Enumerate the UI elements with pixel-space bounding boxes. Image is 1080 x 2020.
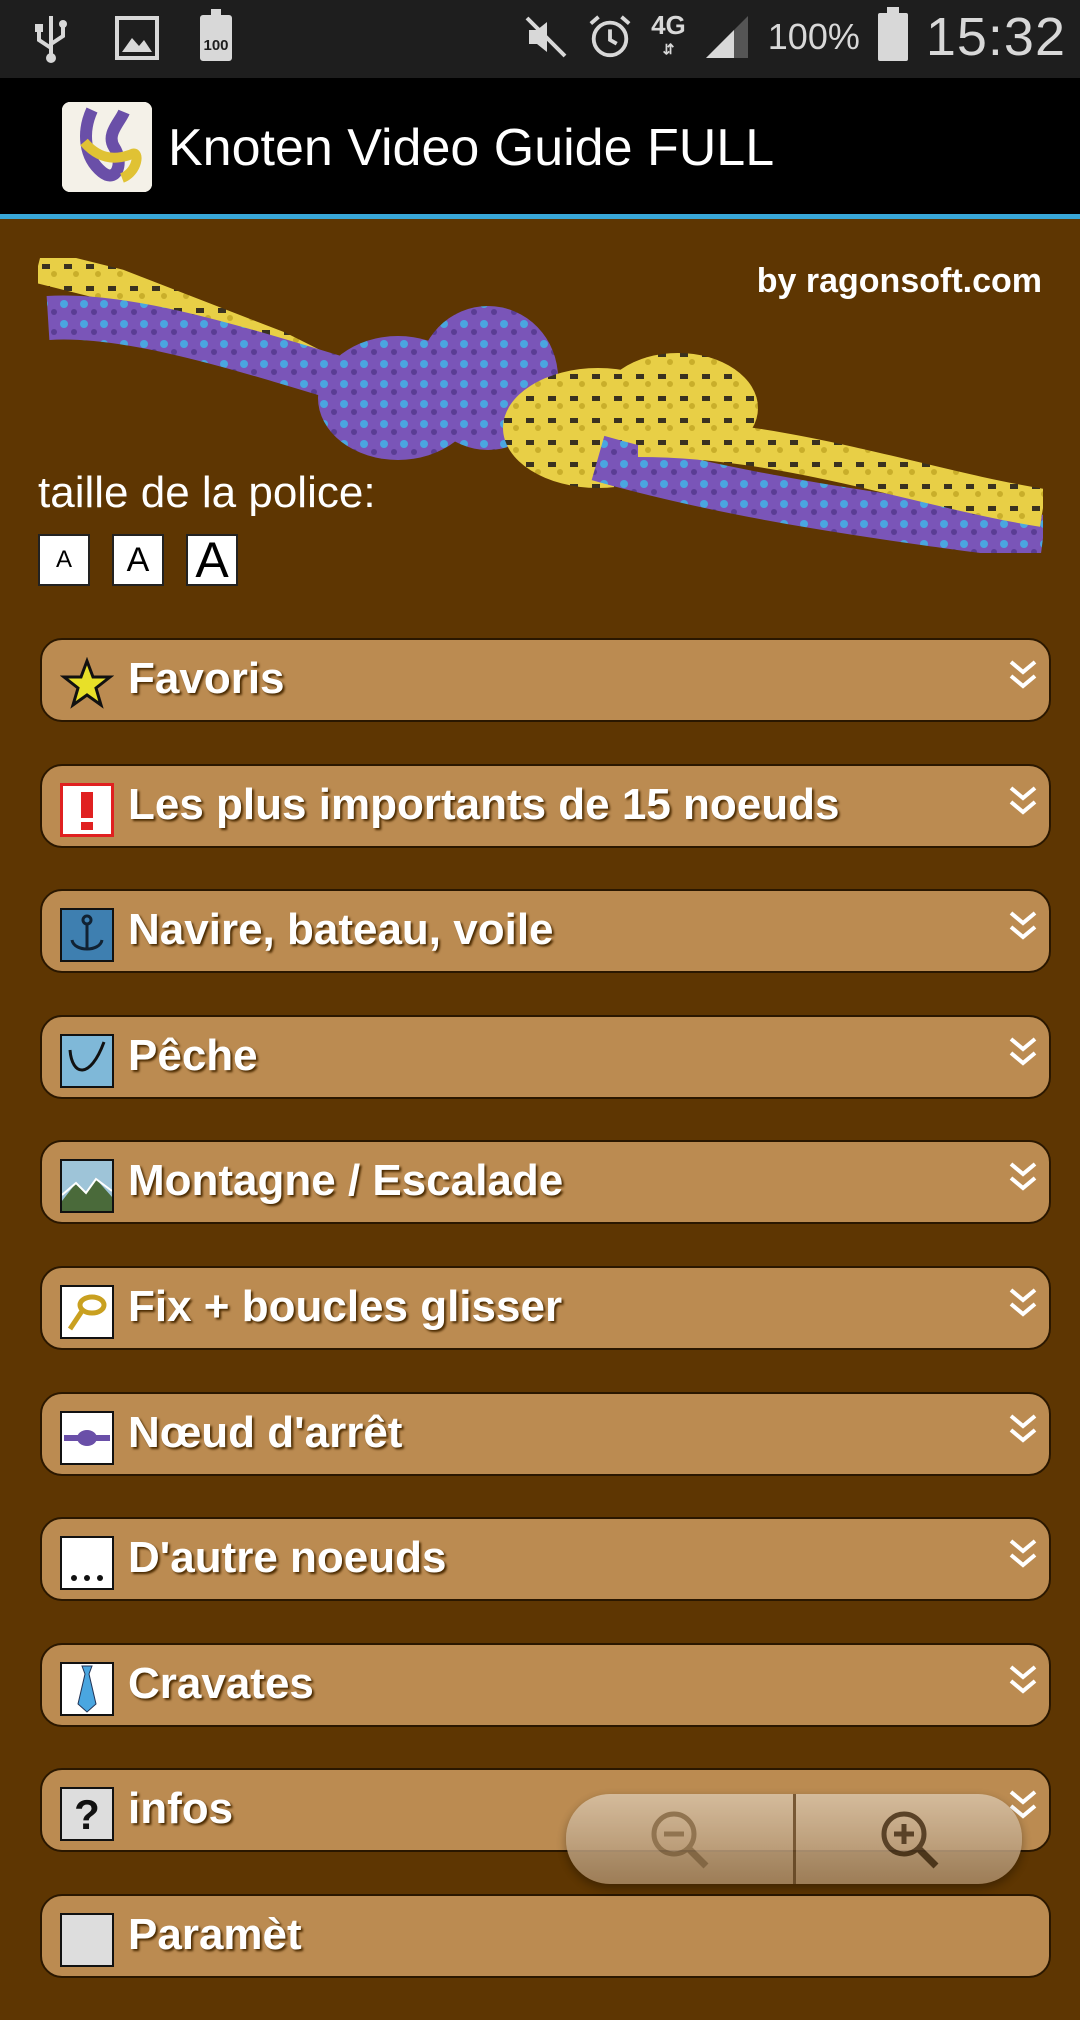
- network-type-icon: 4G ⇵: [651, 10, 686, 57]
- zoom-out-button[interactable]: [566, 1794, 793, 1884]
- signal-icon: [704, 11, 750, 63]
- chevron-down-icon: [1009, 1037, 1037, 1066]
- chevron-down-icon: [1009, 1162, 1037, 1191]
- font-medium-button[interactable]: A: [112, 534, 164, 586]
- loop-knot-icon: [60, 1284, 114, 1339]
- fishing-hook-icon: [60, 1033, 114, 1088]
- status-bar: 100 4G ⇵ 100% 15:32: [0, 0, 1080, 78]
- mute-icon: [523, 11, 569, 63]
- app-logo[interactable]: [62, 102, 152, 192]
- settings-icon: [60, 1912, 114, 1967]
- chevron-down-icon: [1009, 660, 1037, 689]
- chevron-down-icon: [1009, 911, 1037, 940]
- category-label: Les plus importants de 15 noeuds: [128, 779, 840, 829]
- battery-icon: [877, 7, 908, 61]
- category-label: Paramèt: [128, 1909, 302, 1959]
- tie-icon: [60, 1661, 114, 1716]
- chevron-down-icon: [1009, 786, 1037, 815]
- category-favoris[interactable]: Favoris: [40, 638, 1051, 722]
- category-label: Favoris: [128, 654, 285, 703]
- category-label: Nœud d'arrêt: [128, 1407, 403, 1457]
- chevron-down-icon: [1009, 1665, 1037, 1694]
- mountain-icon: [60, 1159, 114, 1214]
- font-size-label: taille de la police:: [38, 468, 376, 517]
- category-other-knots[interactable]: D'autre noeuds: [40, 1517, 1051, 1602]
- category-settings[interactable]: Paramèt: [40, 1893, 1051, 1978]
- category-stopper-knot[interactable]: Nœud d'arrêt: [40, 1391, 1051, 1476]
- chevron-down-icon: [1009, 1288, 1037, 1317]
- ellipsis-icon: [60, 1536, 114, 1591]
- zoom-in-icon: [881, 1811, 939, 1869]
- category-loops[interactable]: Fix + boucles glisser: [40, 1265, 1051, 1350]
- usb-icon: [28, 12, 74, 64]
- category-label: D'autre noeuds: [128, 1533, 447, 1583]
- category-label: Fix + boucles glisser: [128, 1281, 563, 1331]
- alarm-icon: [587, 11, 633, 63]
- category-fishing[interactable]: Pêche: [40, 1014, 1051, 1099]
- chevron-down-icon: [1009, 1539, 1037, 1568]
- category-mountain[interactable]: Montagne / Escalade: [40, 1140, 1051, 1225]
- clock: 15:32: [925, 7, 1066, 67]
- font-small-button[interactable]: A: [38, 534, 90, 586]
- star-icon: [59, 656, 115, 711]
- zoom-control: [566, 1794, 1022, 1884]
- category-important-knots[interactable]: Les plus importants de 15 noeuds: [40, 763, 1051, 848]
- font-large-button[interactable]: A: [186, 534, 238, 586]
- app-bar: Knoten Video Guide FULL: [0, 78, 1080, 219]
- svg-text:?: ?: [74, 1791, 100, 1838]
- category-label: Montagne / Escalade: [128, 1156, 564, 1206]
- battery-status-icon: 100: [200, 9, 232, 61]
- app-title: Knoten Video Guide FULL: [168, 119, 775, 177]
- battery-percent: 100%: [767, 16, 860, 57]
- exclamation-icon: [60, 782, 114, 837]
- zoom-out-icon: [651, 1811, 709, 1869]
- image-icon: [114, 12, 160, 64]
- question-icon: ?: [60, 1787, 114, 1842]
- zoom-in-button[interactable]: [792, 1794, 1022, 1884]
- battery-small-label: 100: [203, 37, 229, 54]
- network-type-label: 4G: [651, 10, 686, 40]
- category-ties[interactable]: Cravates: [40, 1642, 1051, 1727]
- category-label: Navire, bateau, voile: [128, 905, 554, 955]
- category-boat[interactable]: Navire, bateau, voile: [40, 889, 1051, 974]
- category-label: infos: [128, 1784, 234, 1834]
- category-label: Pêche: [128, 1030, 258, 1080]
- category-label: Cravates: [128, 1658, 314, 1708]
- credit-text: by ragonsoft.com: [756, 262, 1042, 300]
- font-size-buttons: A A A: [38, 534, 238, 586]
- anchor-icon: [60, 908, 114, 963]
- chevron-down-icon: [1009, 1414, 1037, 1443]
- stopper-knot-icon: [60, 1410, 114, 1465]
